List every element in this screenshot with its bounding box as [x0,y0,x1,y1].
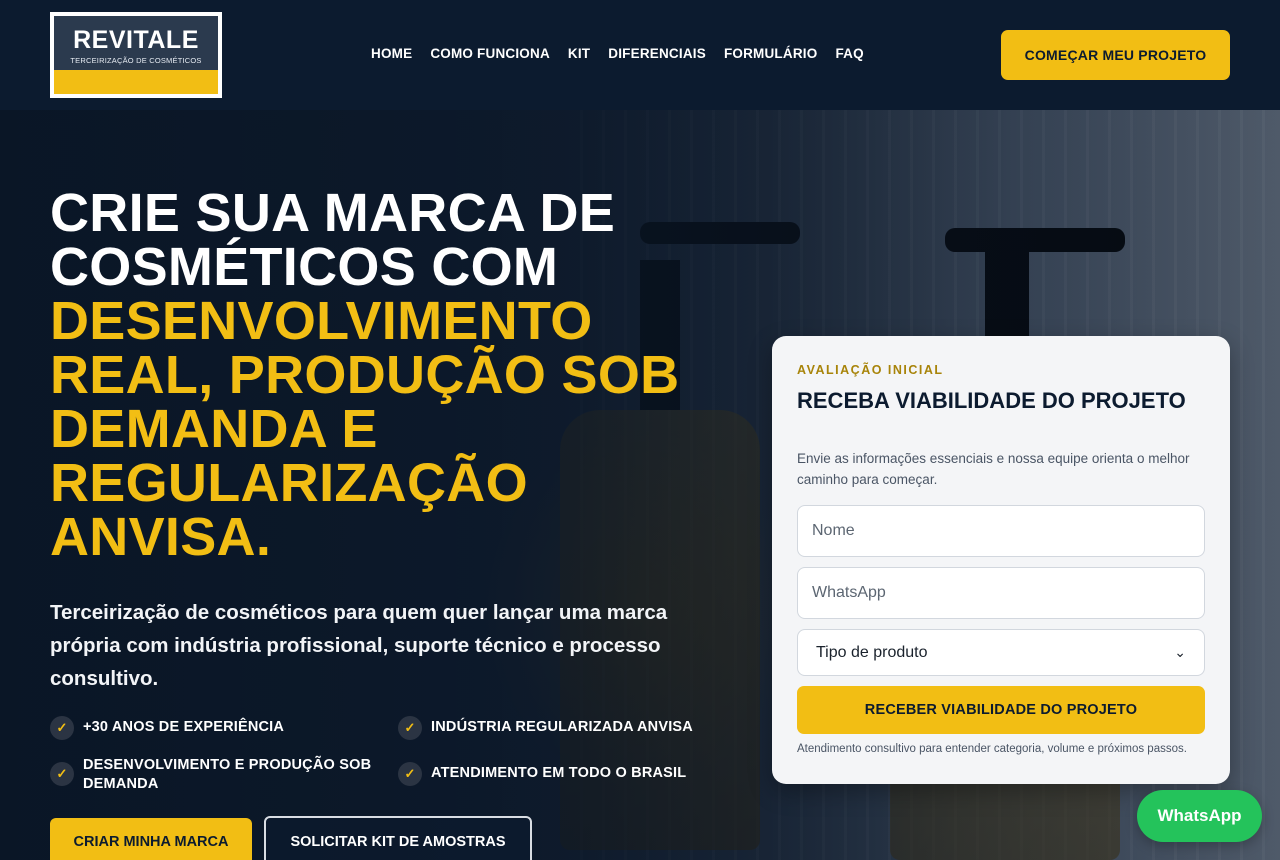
feature-label: +30 ANOS DE EXPERIÊNCIA [83,719,285,735]
headline-highlight-line: REAL, PRODUÇÃO SOB [50,345,680,405]
form-description: Envie as informações essenciais e nossa … [797,451,1190,487]
feature-label: DESENVOLVIMENTO E PRODUÇÃO SOB DEMANDA [83,757,372,792]
headline-line: CRIE SUA MARCA DE [50,183,616,243]
form-note: Atendimento consultivo para entender cat… [797,743,1187,755]
headline-line: COSMÉTICOS COM [50,237,559,297]
product-type-select[interactable]: Tipo de produto ⌄ [797,629,1205,676]
form-eyebrow: AVALIAÇÃO INICIAL [797,363,944,377]
nav-kit[interactable]: KIT [568,46,590,61]
feature-item: ✓ INDÚSTRIA REGULARIZADA ANVISA [398,716,718,740]
check-icon: ✓ [398,716,422,740]
request-sample-kit-button[interactable]: SOLICITAR KIT DE AMOSTRAS [264,816,532,860]
logo-accent-bar [54,70,218,94]
feature-label: INDÚSTRIA REGULARIZADA ANVISA [431,719,693,735]
check-icon: ✓ [50,716,74,740]
feature-item: ✓ DESENVOLVIMENTO E PRODUÇÃO SOB DEMANDA [50,754,398,794]
logo-title: REVITALE [73,26,199,54]
logo-tagline: TERCEIRIZAÇÃO DE COSMÉTICOS [70,56,202,65]
headline-highlight-line: DESENVOLVIMENTO [50,291,593,351]
nav-faq[interactable]: FAQ [835,46,863,61]
create-brand-button[interactable]: CRIAR MINHA MARCA [50,818,252,860]
headline-highlight-line: ANVISA. [50,507,272,567]
nav-home[interactable]: HOME [371,46,412,61]
whatsapp-floating-button[interactable]: WhatsApp [1137,790,1262,842]
logo-panel: REVITALE TERCEIRIZAÇÃO DE COSMÉTICOS [54,16,218,94]
site-header: REVITALE TERCEIRIZAÇÃO DE COSMÉTICOS HOM… [0,0,1280,110]
nav-como-funciona[interactable]: COMO FUNCIONA [430,46,550,61]
main-nav: HOME COMO FUNCIONA KIT DIFERENCIAIS FORM… [371,46,864,61]
viability-form-card: AVALIAÇÃO INICIAL RECEBA VIABILIDADE DO … [772,336,1230,784]
feature-list: ✓ +30 ANOS DE EXPERIÊNCIA ✓ INDÚSTRIA RE… [50,716,730,794]
feature-item: ✓ +30 ANOS DE EXPERIÊNCIA [50,716,398,740]
product-type-value: Tipo de produto [816,643,928,661]
start-project-button[interactable]: COMEÇAR MEU PROJETO [1001,30,1230,80]
name-input[interactable]: Nome [797,505,1205,557]
feature-label: ATENDIMENTO EM TODO O BRASIL [431,765,687,781]
form-title: RECEBA VIABILIDADE DO PROJETO [797,388,1186,413]
hero-subtext: Terceirização de cosméticos para quem qu… [50,601,668,690]
check-icon: ✓ [50,762,74,786]
brand-logo[interactable]: REVITALE TERCEIRIZAÇÃO DE COSMÉTICOS [50,12,222,98]
hero-headline: CRIE SUA MARCA DE COSMÉTICOS COM DESENVO… [50,186,770,564]
headline-highlight-line: DEMANDA E [50,399,378,459]
check-icon: ✓ [398,762,422,786]
chevron-down-icon: ⌄ [1174,644,1186,660]
feature-item: ✓ ATENDIMENTO EM TODO O BRASIL [398,754,718,794]
nav-diferenciais[interactable]: DIFERENCIAIS [608,46,706,61]
whatsapp-input[interactable]: WhatsApp [797,567,1205,619]
submit-viability-button[interactable]: RECEBER VIABILIDADE DO PROJETO [797,686,1205,734]
headline-highlight-line: REGULARIZAÇÃO [50,453,528,513]
nav-formulario[interactable]: FORMULÁRIO [724,46,818,61]
